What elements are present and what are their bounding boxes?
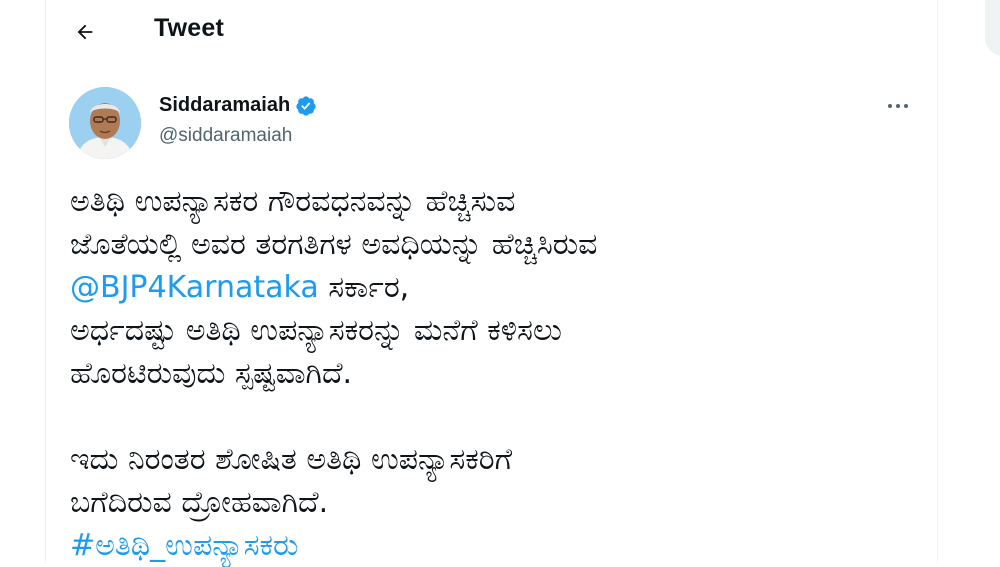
arrow-left-icon	[77, 24, 93, 40]
tweet-line: ಬಗೆದಿರುವ ದ್ರೋಹವಾಗಿದೆ.	[70, 485, 329, 520]
tweet-line: ಇದು ನಿರಂತರ ಶೋಷಿತ ಅತಿಥಿ ಉಪನ್ಯಾಸಕರಿಗೆ	[70, 442, 513, 477]
hashtag-link[interactable]: #ಅತಿಥಿ_ಉಪನ್ಯಾಸಕರು	[70, 524, 920, 567]
tweet-line: ಅತಿಥಿ ಉಪನ್ಯಾಸಕರ ಗೌರವಧನವನ್ನು ಹೆಚ್ಚಿಸುವ	[70, 184, 516, 219]
author-name-text: Siddaramaiah	[159, 94, 291, 116]
tweet-line-text: ಸರ್ಕಾರ,	[318, 270, 410, 305]
search-bar-edge[interactable]	[985, 0, 1000, 56]
page-header: Tweet	[46, 0, 938, 64]
verified-badge-icon	[296, 95, 316, 116]
tweet-line: ಹೊರಟಿರುವುದು ಸ್ಪಷ್ಟವಾಗಿದೆ.	[70, 356, 353, 391]
tweet-line: @BJP4Karnataka ಸರ್ಕಾರ,	[70, 266, 920, 309]
page-title: Tweet	[154, 14, 224, 42]
more-options-button[interactable]	[886, 96, 910, 116]
tweet-column: Tweet Siddaramaiah @siddaramaiah ಅತಿಥಿ ಉ…	[45, 0, 938, 563]
right-sidebar	[938, 0, 1000, 562]
more-horizontal-icon	[888, 104, 908, 108]
author-handle[interactable]: @siddaramaiah	[159, 125, 292, 147]
tweet-line: ಅರ್ಧದಷ್ಟು ಅತಿಥಿ ಉಪನ್ಯಾಸಕರನ್ನು ಮನೆಗೆ ಕಳಿಸ…	[70, 313, 562, 348]
back-button[interactable]	[65, 12, 105, 52]
mention-link[interactable]: @BJP4Karnataka	[70, 270, 319, 305]
author-name[interactable]: Siddaramaiah	[159, 94, 317, 117]
profile-photo	[69, 87, 141, 159]
tweet-text: ಅತಿಥಿ ಉಪನ್ಯಾಸಕರ ಗೌರವಧನವನ್ನು ಹೆಚ್ಚಿಸುವ ಜೊ…	[70, 180, 920, 567]
tweet-line: ಜೊತೆಯಲ್ಲಿ ಅವರ ತರಗತಿಗಳ ಅವಧಿಯನ್ನು ಹೆಚ್ಚಿಸಿ…	[70, 227, 598, 262]
avatar[interactable]	[69, 87, 141, 159]
